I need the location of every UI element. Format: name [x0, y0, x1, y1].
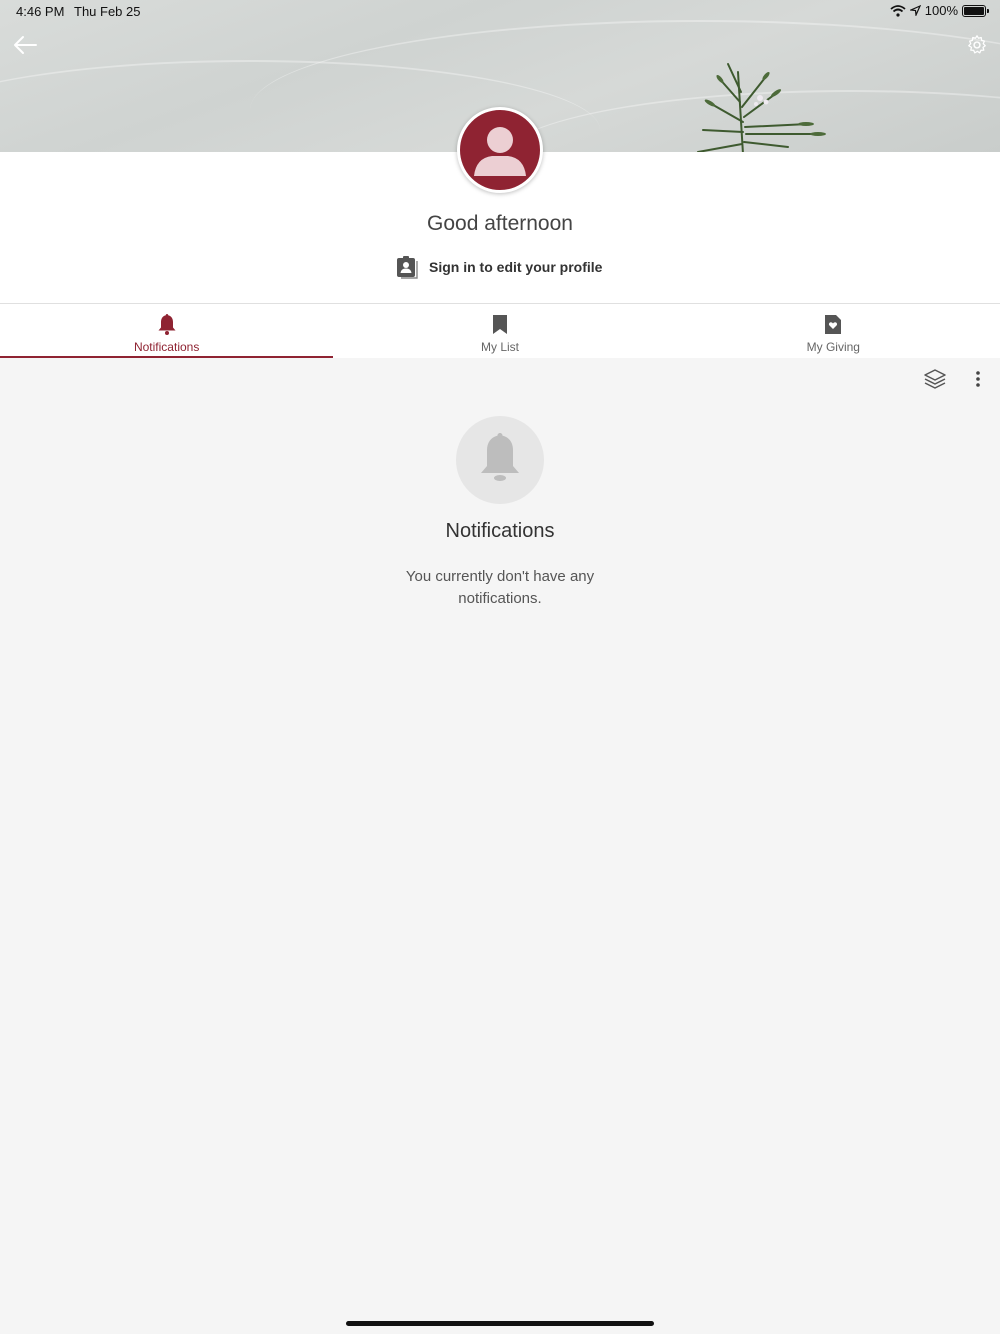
- bell-icon: [481, 433, 519, 481]
- gear-icon[interactable]: [966, 34, 988, 56]
- status-bar: 4:46 PM Thu Feb 25 100%: [0, 0, 1000, 24]
- layers-icon[interactable]: [923, 368, 947, 390]
- tab-notifications-label: Notifications: [133, 340, 200, 354]
- battery-percentage: 100%: [924, 3, 958, 18]
- greeting-text: Good afternoon: [427, 212, 573, 235]
- location-arrow-icon: [909, 5, 921, 16]
- tab-notifications[interactable]: Notifications: [0, 304, 334, 358]
- screen: 4:46 PM Thu Feb 25 100% Good afternoon S…: [0, 0, 1000, 1334]
- status-date: Thu Feb 25: [74, 4, 141, 19]
- bell-icon: [158, 314, 176, 335]
- bookmark-icon: [492, 315, 507, 334]
- battery-icon: [962, 4, 989, 17]
- tab-my-list-label: My List: [480, 340, 519, 354]
- user-silhouette-icon: [474, 127, 526, 176]
- signin-label: Sign in to edit your profile: [429, 259, 603, 275]
- more-vertical-icon[interactable]: [968, 369, 988, 389]
- plant-decoration: [697, 63, 826, 152]
- heart-document-icon: [825, 315, 842, 334]
- empty-state-title: Notifications: [445, 520, 555, 542]
- tab-my-giving-label: My Giving: [806, 340, 860, 354]
- avatar[interactable]: [457, 107, 543, 193]
- wifi-icon: [890, 4, 906, 17]
- home-indicator: [346, 1321, 654, 1326]
- signin-button[interactable]: Sign in to edit your profile: [396, 254, 602, 280]
- arrow-left-icon[interactable]: [12, 34, 38, 56]
- empty-state-icon-circle: [456, 416, 544, 504]
- tab-my-giving[interactable]: My Giving: [667, 304, 1000, 358]
- status-time: 4:46 PM: [16, 4, 65, 19]
- profile-card-icon: [397, 256, 418, 279]
- tab-my-list[interactable]: My List: [333, 304, 666, 358]
- empty-state-message: You currently don't have any notificatio…: [405, 568, 595, 607]
- tab-bar: Notifications My List My Giving: [0, 303, 1000, 358]
